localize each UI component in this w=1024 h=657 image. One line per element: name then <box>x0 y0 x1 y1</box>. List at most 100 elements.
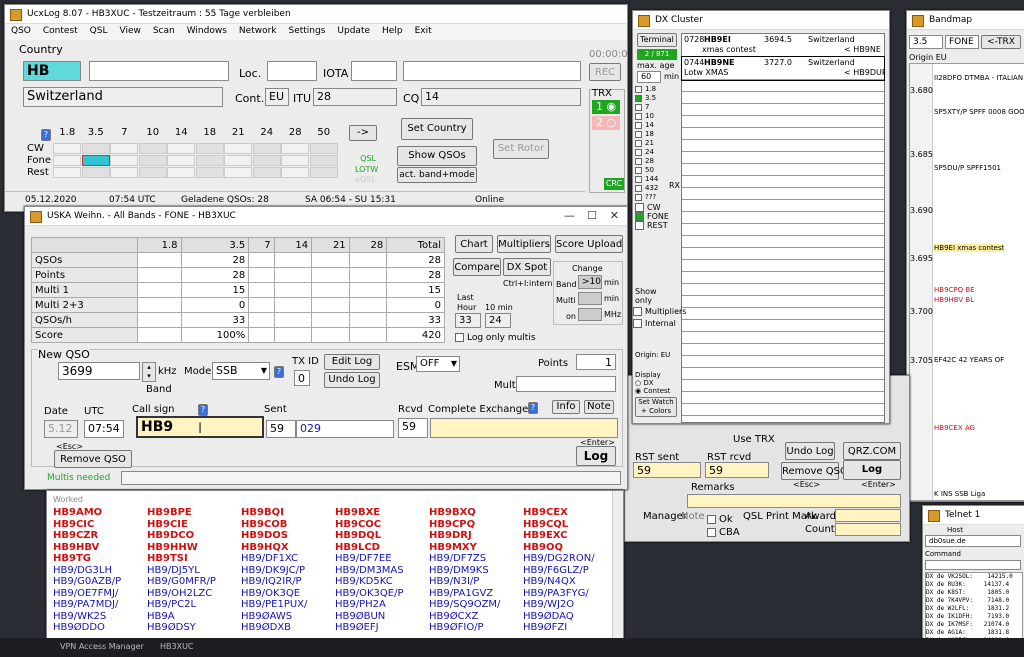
worked-callsign[interactable]: HB9/KD5KC <box>335 576 427 588</box>
worked-callsign[interactable]: HB9/PE1PUX/ <box>241 599 333 611</box>
terminal-button[interactable]: Terminal <box>637 33 677 47</box>
bandmap-entry[interactable]: HB9CEX AG <box>934 424 975 432</box>
worked-list[interactable]: HB9AMO HB9CIC HB9CZR HB9HBV HB9TG HB9/DG3LH HB… <box>53 507 613 637</box>
spot-list[interactable]: 0728 HB9EI 3694.5 Switzerland xmas conte… <box>681 33 885 423</box>
worked-callsign[interactable]: HB9/WJ2O <box>523 599 615 611</box>
qth-field[interactable] <box>403 61 581 81</box>
worked-callsign[interactable]: HB9TG <box>53 553 145 565</box>
spot-row[interactable]: 0728 HB9EI 3694.5 Switzerland xmas conte… <box>682 34 884 57</box>
worked-callsign[interactable]: HB9DOS <box>241 530 333 542</box>
worked-callsign[interactable]: HB9DRJ <box>429 530 521 542</box>
worked-callsign[interactable]: HB9DCO <box>147 530 239 542</box>
menu-update[interactable]: Update <box>331 24 376 38</box>
worked-callsign[interactable]: HB9/DF7EE <box>335 553 427 565</box>
undo-log-button[interactable]: Undo Log <box>785 442 835 460</box>
name-field[interactable] <box>89 61 229 81</box>
dx-spot-button[interactable]: DX Spot <box>503 258 551 276</box>
band-filter-18-checkbox[interactable]: 1.8 <box>635 85 677 94</box>
worked-callsign[interactable]: HB9OQ <box>523 542 615 554</box>
taskbar-item[interactable]: VPN Access Manager <box>60 642 144 651</box>
worked-callsign[interactable]: HB9HQX <box>241 542 333 554</box>
worked-callsign[interactable]: HB9ØFIO/P <box>429 622 521 634</box>
band-filter-24-checkbox[interactable]: 24 <box>635 148 677 157</box>
qrz-button[interactable]: QRZ.COM <box>843 442 901 460</box>
worked-callsign[interactable]: HB9/N4QX <box>523 576 615 588</box>
loc-field[interactable] <box>267 61 317 81</box>
bandmap-trx-button[interactable]: <-TRX <box>981 35 1021 49</box>
count-field[interactable] <box>835 523 901 536</box>
worked-callsign[interactable]: HB9/OE7FMJ/ <box>53 588 145 600</box>
exchange-field[interactable] <box>430 418 618 438</box>
band-filter-35-checkbox[interactable]: 3.5 <box>635 94 677 103</box>
esm-select[interactable]: OFF ▼ <box>416 356 460 372</box>
worked-callsign[interactable]: HB9/DG3LH <box>53 565 145 577</box>
worked-callsign[interactable]: HB9LCD <box>335 542 427 554</box>
bandmap-entry[interactable]: SP5XTY/P SPFF 0008 GOO <box>934 108 1024 116</box>
menu-scan[interactable]: Scan <box>147 24 181 38</box>
display-contest-radio[interactable]: ◉ Contest <box>635 387 670 395</box>
remove-qso-button[interactable]: Remove QSO <box>781 462 848 480</box>
multipliers-checkbox[interactable]: Multipliers <box>633 307 686 316</box>
worked-callsign[interactable]: HB9TSI <box>147 553 239 565</box>
set-country-button[interactable]: Set Country <box>401 118 473 140</box>
log-only-multis-checkbox[interactable]: Log only multis <box>455 333 536 343</box>
menu-exit[interactable]: Exit <box>409 24 438 38</box>
worked-callsign[interactable]: HB9AMO <box>53 507 145 519</box>
bandmap-entry[interactable]: II28DFO DTMBA - ITALIAN <box>934 74 1023 82</box>
worked-callsign[interactable]: HB9BXE <box>335 507 427 519</box>
worked-callsign[interactable]: HB9/G0MFR/P <box>147 576 239 588</box>
worked-callsign[interactable]: HB9/SQ9OZM/ <box>429 599 521 611</box>
band-filter-28-checkbox[interactable]: 28 <box>635 157 677 166</box>
worked-callsign[interactable]: HB9ØEFJ <box>335 622 427 634</box>
worked-callsign[interactable]: HB9EXC <box>523 530 615 542</box>
rcvd-field[interactable]: 59 <box>398 418 428 438</box>
worked-callsign[interactable]: HB9ØBUN <box>335 611 427 623</box>
menu-help[interactable]: Help <box>376 24 409 38</box>
log-button[interactable]: Log <box>576 446 616 466</box>
mode-help-icon[interactable]: ? <box>274 366 284 378</box>
max-age-field[interactable]: 60 <box>637 71 661 83</box>
exchange-help-icon[interactable]: ? <box>528 402 538 414</box>
worked-callsign[interactable]: HB9MXY <box>429 542 521 554</box>
worked-callsign[interactable]: HB9COB <box>241 519 333 531</box>
worked-callsign[interactable]: HB9ØDSY <box>147 622 239 634</box>
taskbar-item[interactable]: HB3XUC <box>160 642 194 651</box>
worked-callsign[interactable]: HB9HBV <box>53 542 145 554</box>
menu-contest[interactable]: Contest <box>37 24 84 38</box>
band-filter-50-checkbox[interactable]: 50 <box>635 166 677 175</box>
log-button[interactable]: Log <box>843 460 901 480</box>
bandmap-list[interactable]: 3.680 3.685 3.690 3.695 3.700 3.705 II28… <box>909 63 1024 501</box>
minimize-icon[interactable]: — <box>564 207 575 225</box>
menu-windows[interactable]: Windows <box>181 24 233 38</box>
score-upload-button[interactable]: Score Upload <box>555 235 623 253</box>
bandmap-entry[interactable]: SP5DU/P SPFF1501 <box>934 164 1001 172</box>
worked-scrollbar[interactable] <box>612 491 623 639</box>
frequency-field[interactable]: 3699 <box>58 362 140 380</box>
worked-callsign[interactable]: HB9/DM3MAS <box>335 565 427 577</box>
edit-log-button[interactable]: Edit Log <box>324 354 380 370</box>
band-filter-14-checkbox[interactable]: 14 <box>635 121 677 130</box>
menu-view[interactable]: View <box>113 24 146 38</box>
worked-callsign[interactable]: HB9/WK2S <box>53 611 145 623</box>
remarks-field[interactable] <box>687 494 901 508</box>
command-field[interactable] <box>925 560 1021 570</box>
band-change-field[interactable]: >10 <box>578 275 602 289</box>
internal-checkbox[interactable]: Internal <box>633 319 676 328</box>
worked-callsign[interactable]: HB9ØDDO <box>53 622 145 634</box>
band-filter-10-checkbox[interactable]: 10 <box>635 112 677 121</box>
worked-callsign[interactable]: HB9/N3I/P <box>429 576 521 588</box>
band-filter-21-checkbox[interactable]: 21 <box>635 139 677 148</box>
bandmap-entry[interactable]: HB9EI xmas contest <box>934 244 1005 252</box>
worked-callsign[interactable]: HB9BQI <box>241 507 333 519</box>
worked-callsign[interactable]: HB9ØDXB <box>241 622 333 634</box>
worked-callsign[interactable]: HB9/G0AZB/P <box>53 576 145 588</box>
display-dx-radio[interactable]: ○ DX <box>635 379 654 387</box>
worked-callsign[interactable]: HB9CQL <box>523 519 615 531</box>
worked-callsign[interactable]: HB9/DF7ZS <box>429 553 521 565</box>
remove-qso-button[interactable]: Remove QSO <box>54 450 132 468</box>
close-icon[interactable]: ✕ <box>610 207 619 225</box>
bandmap-entry[interactable]: HB9CPQ BE <box>934 286 975 294</box>
spot-row[interactable]: 0744 HB9NE 3727.0 Switzerland Lotw XMAS … <box>681 56 885 81</box>
maximize-icon[interactable]: ☐ <box>587 207 597 225</box>
worked-callsign[interactable]: HB9/DJ5YL <box>147 565 239 577</box>
